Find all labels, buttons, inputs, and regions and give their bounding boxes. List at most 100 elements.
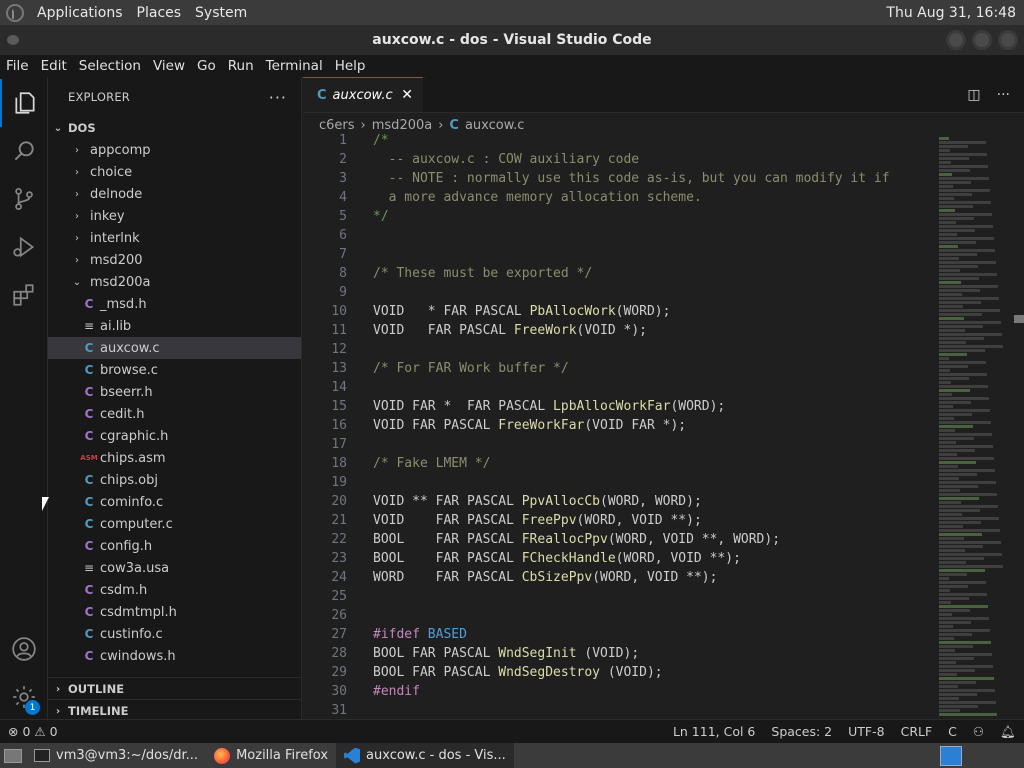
system-menu[interactable]: System (188, 5, 254, 21)
places-menu[interactable]: Places (130, 5, 189, 21)
window-menu-icon[interactable] (7, 35, 19, 45)
run-debug-icon[interactable] (0, 223, 48, 271)
end-of-line[interactable]: CRLF (893, 724, 941, 739)
tree-folder[interactable]: › choice (48, 161, 301, 183)
menu-terminal[interactable]: Terminal (260, 58, 329, 74)
close-window-button[interactable] (998, 30, 1018, 50)
code-text: VOID FAR PASCAL FreeWorkFar(VOID FAR *); (373, 418, 687, 433)
minimap-line (939, 473, 977, 476)
taskbar-vscode[interactable]: auxcow.c - dos - Vis... (336, 743, 514, 768)
tree-file[interactable]: Ccominfo.c (48, 491, 301, 513)
minimap-line (939, 617, 989, 620)
window-titlebar[interactable]: auxcow.c - dos - Visual Studio Code (0, 25, 1024, 55)
tree-file[interactable]: Ccwindows.h (48, 645, 301, 667)
close-icon[interactable]: ✕ (401, 87, 413, 103)
cursor-position[interactable]: Ln 111, Col 6 (665, 724, 763, 739)
menu-go[interactable]: Go (191, 58, 222, 74)
source-control-icon[interactable] (0, 175, 48, 223)
chevron-down-icon: ⌄ (53, 122, 63, 134)
menubar: File Edit Selection View Go Run Terminal… (0, 55, 1024, 77)
maximize-button[interactable] (972, 30, 992, 50)
tree-file[interactable]: Cbrowse.c (48, 359, 301, 381)
tree-folder[interactable]: › appcomp (48, 139, 301, 161)
account-icon[interactable] (0, 625, 48, 673)
breadcrumb-item[interactable]: msd200a (372, 118, 432, 133)
timeline-section[interactable]: › TIMELINE (48, 700, 301, 719)
extensions-icon[interactable] (0, 271, 48, 319)
settings-badge: 1 (25, 700, 40, 715)
minimap-line (939, 629, 990, 632)
code-text: -- NOTE : normally use this code as-is, … (373, 171, 890, 186)
settings-gear-icon[interactable]: 1 (0, 673, 48, 721)
encoding[interactable]: UTF-8 (840, 724, 892, 739)
minimize-button[interactable] (946, 30, 966, 50)
minimap-line (939, 313, 982, 316)
search-icon[interactable] (0, 127, 48, 175)
tree-folder[interactable]: › inkey (48, 205, 301, 227)
code-text: /* For FAR Work buffer */ (373, 361, 569, 376)
code-editor[interactable]: 1/* 2 -- auxcow.c : COW auxiliary code 3 -… (303, 133, 939, 719)
tree-file[interactable]: Cchips.obj (48, 469, 301, 491)
gnome-logo-icon[interactable] (6, 3, 24, 22)
applications-menu[interactable]: Applications (30, 5, 130, 21)
menu-view[interactable]: View (147, 58, 191, 74)
minimap-line (939, 461, 976, 464)
show-desktop-icon[interactable] (0, 743, 26, 768)
tree-folder-open[interactable]: ⌄ msd200a (48, 271, 301, 293)
tree-file[interactable]: Ccedit.h (48, 403, 301, 425)
taskbar-terminal[interactable]: vm3@vm3:~/dos/dr... (26, 743, 206, 768)
tree-folder[interactable]: › msd200 (48, 249, 301, 271)
taskbar-firefox[interactable]: Mozilla Firefox (206, 743, 336, 768)
problems-indicator[interactable]: ⊗ 0 ⚠ 0 (0, 724, 66, 739)
tab-auxcow-c[interactable]: C auxcow.c ✕ (303, 77, 423, 112)
tree-file[interactable]: Cconfig.h (48, 535, 301, 557)
minimap-line (939, 513, 962, 516)
menu-selection[interactable]: Selection (73, 58, 147, 74)
timeline-label: TIMELINE (68, 704, 129, 718)
workspace-switcher[interactable] (940, 745, 962, 766)
obj-file-icon: C (84, 473, 94, 487)
minimap-line (939, 573, 967, 576)
tree-file[interactable]: Ccsdmtmpl.h (48, 601, 301, 623)
tree-file[interactable]: Ccgraphic.h (48, 425, 301, 447)
tree-file[interactable]: ≡dcow3a.usa (48, 667, 301, 672)
workspace-root[interactable]: ⌄ DOS (48, 117, 301, 139)
menu-run[interactable]: Run (222, 58, 260, 74)
scrollbar-thumb[interactable] (1014, 315, 1024, 323)
tree-file[interactable]: Ccustinfo.c (48, 623, 301, 645)
tree-folder[interactable]: › delnode (48, 183, 301, 205)
language-mode[interactable]: C (940, 724, 965, 739)
split-editor-icon[interactable]: ◫ (967, 87, 980, 103)
tree-folder[interactable]: › interlnk (48, 227, 301, 249)
minimap-line (939, 441, 956, 444)
notifications-bell-icon[interactable]: 🔔︎ (992, 724, 1024, 740)
minimap-line (939, 213, 992, 216)
tree-file[interactable]: Cbseerr.h (48, 381, 301, 403)
minimap-line (939, 581, 986, 584)
menu-help[interactable]: Help (329, 58, 372, 74)
chevron-right-icon: › (75, 144, 79, 156)
accounts-feedback-icon[interactable]: ⚇ (965, 724, 992, 739)
outline-section[interactable]: › OUTLINE (48, 678, 301, 700)
breadcrumb-item[interactable]: c6ers (319, 118, 355, 133)
minimap[interactable] (939, 137, 1011, 717)
tree-file[interactable]: ≡ cow3a.usa (48, 557, 301, 579)
tree-file[interactable]: C _msd.h (48, 293, 301, 315)
tree-file[interactable]: ASM chips.asm (48, 447, 301, 469)
editor-more-actions-icon[interactable]: ··· (997, 87, 1010, 103)
tree-file[interactable]: Cauxcow.c (48, 337, 301, 359)
minimap-line (939, 237, 994, 240)
breadcrumb-item[interactable]: auxcow.c (465, 118, 525, 133)
panel-clock[interactable]: Thu Aug 31, 16:48 (886, 5, 1024, 21)
explorer-icon[interactable] (0, 79, 48, 127)
tree-file[interactable]: ≡ ai.lib (48, 315, 301, 337)
c-file-icon: C (449, 117, 459, 133)
menu-file[interactable]: File (0, 58, 35, 74)
indentation[interactable]: Spaces: 2 (763, 724, 840, 739)
tree-file[interactable]: Ccomputer.c (48, 513, 301, 535)
explorer-more-actions-icon[interactable]: ··· (269, 88, 287, 107)
error-count: 0 (22, 724, 31, 739)
tree-file[interactable]: Ccsdm.h (48, 579, 301, 601)
menu-edit[interactable]: Edit (35, 58, 73, 74)
